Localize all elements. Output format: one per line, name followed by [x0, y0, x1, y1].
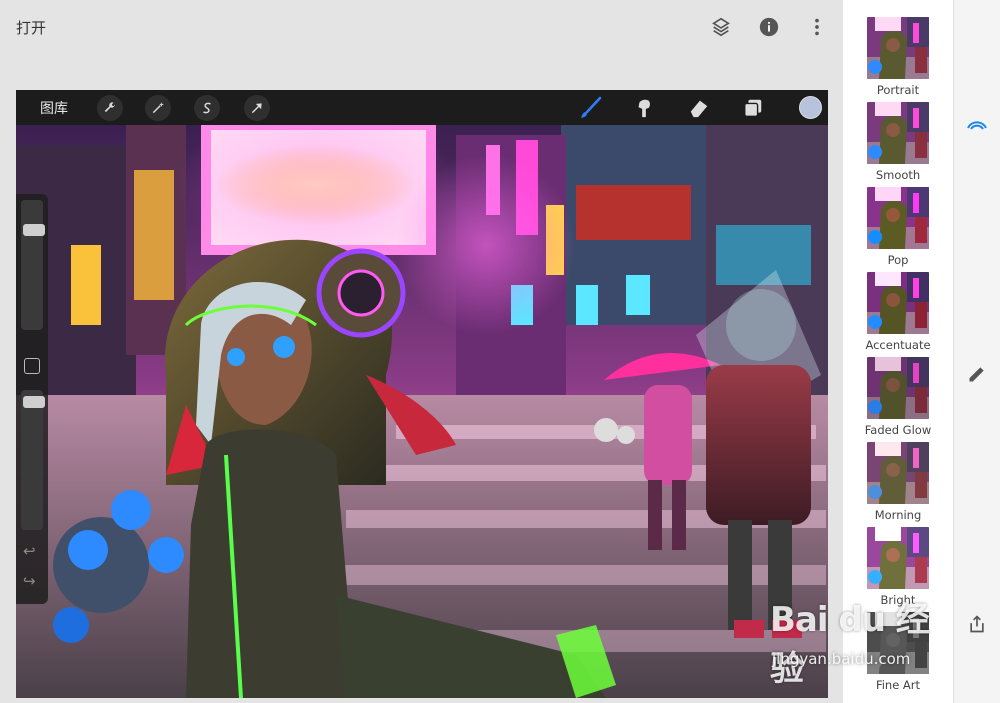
share-icon[interactable]	[964, 611, 990, 637]
selection-s-icon[interactable]	[194, 95, 220, 121]
wrench-icon[interactable]	[97, 95, 123, 121]
gallery-button[interactable]: 图库	[40, 98, 68, 118]
info-icon[interactable]	[756, 14, 782, 40]
filter-item[interactable]: Faded Glow	[843, 357, 953, 442]
filter-item[interactable]: Pop	[843, 187, 953, 272]
watermark-logo: Bai du 经验	[770, 600, 930, 689]
more-vert-icon[interactable]	[804, 14, 830, 40]
filter-label: Morning	[874, 508, 922, 522]
procreate-toolbar: 图库	[16, 90, 828, 125]
redo-button[interactable]: ↪	[23, 572, 36, 590]
filter-item[interactable]: Smooth	[843, 102, 953, 187]
eraser-icon[interactable]	[686, 95, 712, 121]
rainbow-wifi-icon[interactable]	[964, 112, 990, 138]
filter-thumbnail[interactable]	[867, 527, 929, 589]
filter-label: Smooth	[875, 168, 921, 182]
arrow-cursor-icon[interactable]	[244, 95, 270, 121]
color-picker-swatch[interactable]	[799, 96, 822, 119]
filter-thumbnail[interactable]	[867, 357, 929, 419]
layers-swap-icon[interactable]	[708, 14, 734, 40]
right-action-strip	[953, 0, 1000, 703]
artwork-image	[16, 125, 828, 698]
filter-label: Accentuate	[865, 338, 931, 352]
brush-icon[interactable]	[578, 95, 604, 121]
baidu-watermark: Bai du 经验 jingyan.baidu.com	[770, 592, 960, 692]
filter-item[interactable]: Morning	[843, 442, 953, 527]
modify-button[interactable]	[24, 358, 40, 374]
filter-label: Pop	[887, 253, 909, 267]
side-slider-panel: ↩ ↪	[16, 194, 48, 604]
undo-button[interactable]: ↩	[23, 542, 36, 560]
open-button[interactable]: 打开	[16, 17, 46, 38]
filter-item[interactable]: Accentuate	[843, 272, 953, 357]
opacity-knob[interactable]	[23, 396, 45, 408]
filter-label: Faded Glow	[864, 423, 932, 437]
watermark-url: jingyan.baidu.com	[772, 650, 911, 668]
filter-thumbnail[interactable]	[867, 102, 929, 164]
pencil-edit-icon[interactable]	[964, 361, 990, 387]
smudge-icon[interactable]	[631, 95, 657, 121]
layers-icon[interactable]	[740, 95, 766, 121]
filter-thumbnail[interactable]	[867, 187, 929, 249]
procreate-canvas: 图库 ↩ ↪	[16, 90, 828, 698]
brush-size-slider[interactable]	[21, 200, 45, 330]
filter-thumbnail[interactable]	[867, 442, 929, 504]
magic-wand-icon[interactable]	[145, 95, 171, 121]
filter-item[interactable]: Portrait	[843, 17, 953, 102]
filter-thumbnail[interactable]	[867, 272, 929, 334]
filter-thumbnail[interactable]	[867, 17, 929, 79]
top-bar: 打开	[0, 0, 843, 90]
opacity-slider[interactable]	[21, 390, 45, 530]
brush-size-knob[interactable]	[23, 224, 45, 236]
filter-label: Portrait	[876, 83, 920, 97]
